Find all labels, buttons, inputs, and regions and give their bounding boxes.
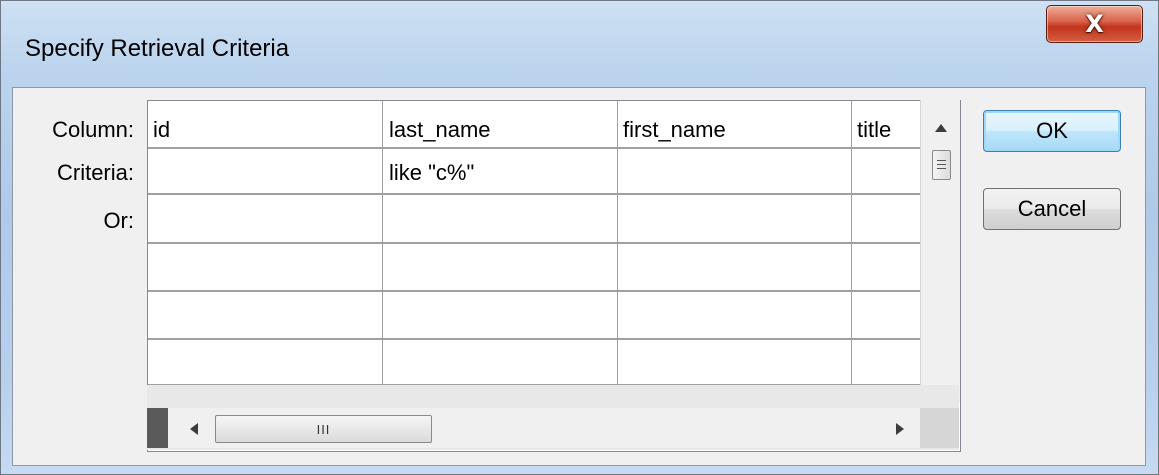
grid-line [382, 101, 383, 384]
or-cell-row1-id[interactable] [153, 200, 378, 240]
or-cell-row3-title[interactable] [857, 295, 917, 335]
or-cell-row4-first-name[interactable] [623, 343, 848, 383]
grid-line [148, 338, 920, 340]
or-cell-row1-first-name[interactable] [623, 200, 848, 240]
cancel-button[interactable]: Cancel [983, 188, 1121, 230]
or-cell-row2-last-name[interactable] [389, 247, 614, 287]
or-cell-row2-first-name[interactable] [623, 247, 848, 287]
grid-line [148, 242, 920, 244]
column-header-last-name[interactable]: last_name [389, 117, 614, 143]
grid-line [148, 147, 920, 149]
left-arrow-icon[interactable] [190, 423, 198, 435]
column-label: Column: [52, 117, 134, 142]
cancel-button-label: Cancel [1017, 196, 1087, 221]
scroll-thumb-grip-icon: III [316, 421, 331, 437]
or-cell-row1-last-name[interactable] [389, 200, 614, 240]
right-arrow-icon[interactable] [896, 423, 904, 435]
vertical-scroll-thumb[interactable] [932, 150, 951, 180]
column-header-id[interactable]: id [153, 117, 378, 143]
column-header-first-name[interactable]: first_name [623, 117, 848, 143]
grid-line [148, 290, 920, 292]
scrollbar-corner [920, 408, 959, 448]
dialog-title: Specify Retrieval Criteria [25, 35, 290, 62]
vertical-scrollbar[interactable] [920, 100, 960, 402]
split-bar[interactable] [147, 408, 168, 448]
or-cell-row4-title[interactable] [857, 343, 917, 383]
ok-button-label: OK [1036, 118, 1068, 143]
or-cell-row2-title[interactable] [857, 247, 917, 287]
grid-line [851, 101, 852, 384]
grid-line [148, 193, 920, 195]
criteria-cell-last-name[interactable]: like "c%" [389, 160, 614, 186]
or-cell-row2-id[interactable] [153, 247, 378, 287]
or-cell-row3-first-name[interactable] [623, 295, 848, 335]
close-icon: X [1085, 10, 1104, 38]
or-cell-row1-title[interactable] [857, 200, 917, 240]
horizontal-scroll-thumb[interactable]: III [215, 415, 432, 443]
or-label: Or: [103, 208, 134, 233]
or-cell-row3-id[interactable] [153, 295, 378, 335]
horizontal-scrollbar-area: III [147, 385, 959, 450]
or-cell-row4-id[interactable] [153, 343, 378, 383]
close-button[interactable]: X [1046, 5, 1143, 43]
or-cell-row4-last-name[interactable] [389, 343, 614, 383]
ok-button[interactable]: OK [983, 110, 1121, 152]
grid-line [617, 101, 618, 384]
column-header-title[interactable]: title [857, 117, 917, 143]
or-cell-row3-last-name[interactable] [389, 295, 614, 335]
criteria-label: Criteria: [56, 160, 134, 185]
horizontal-scrollbar[interactable]: III [168, 408, 920, 448]
up-arrow-icon[interactable] [935, 124, 947, 132]
